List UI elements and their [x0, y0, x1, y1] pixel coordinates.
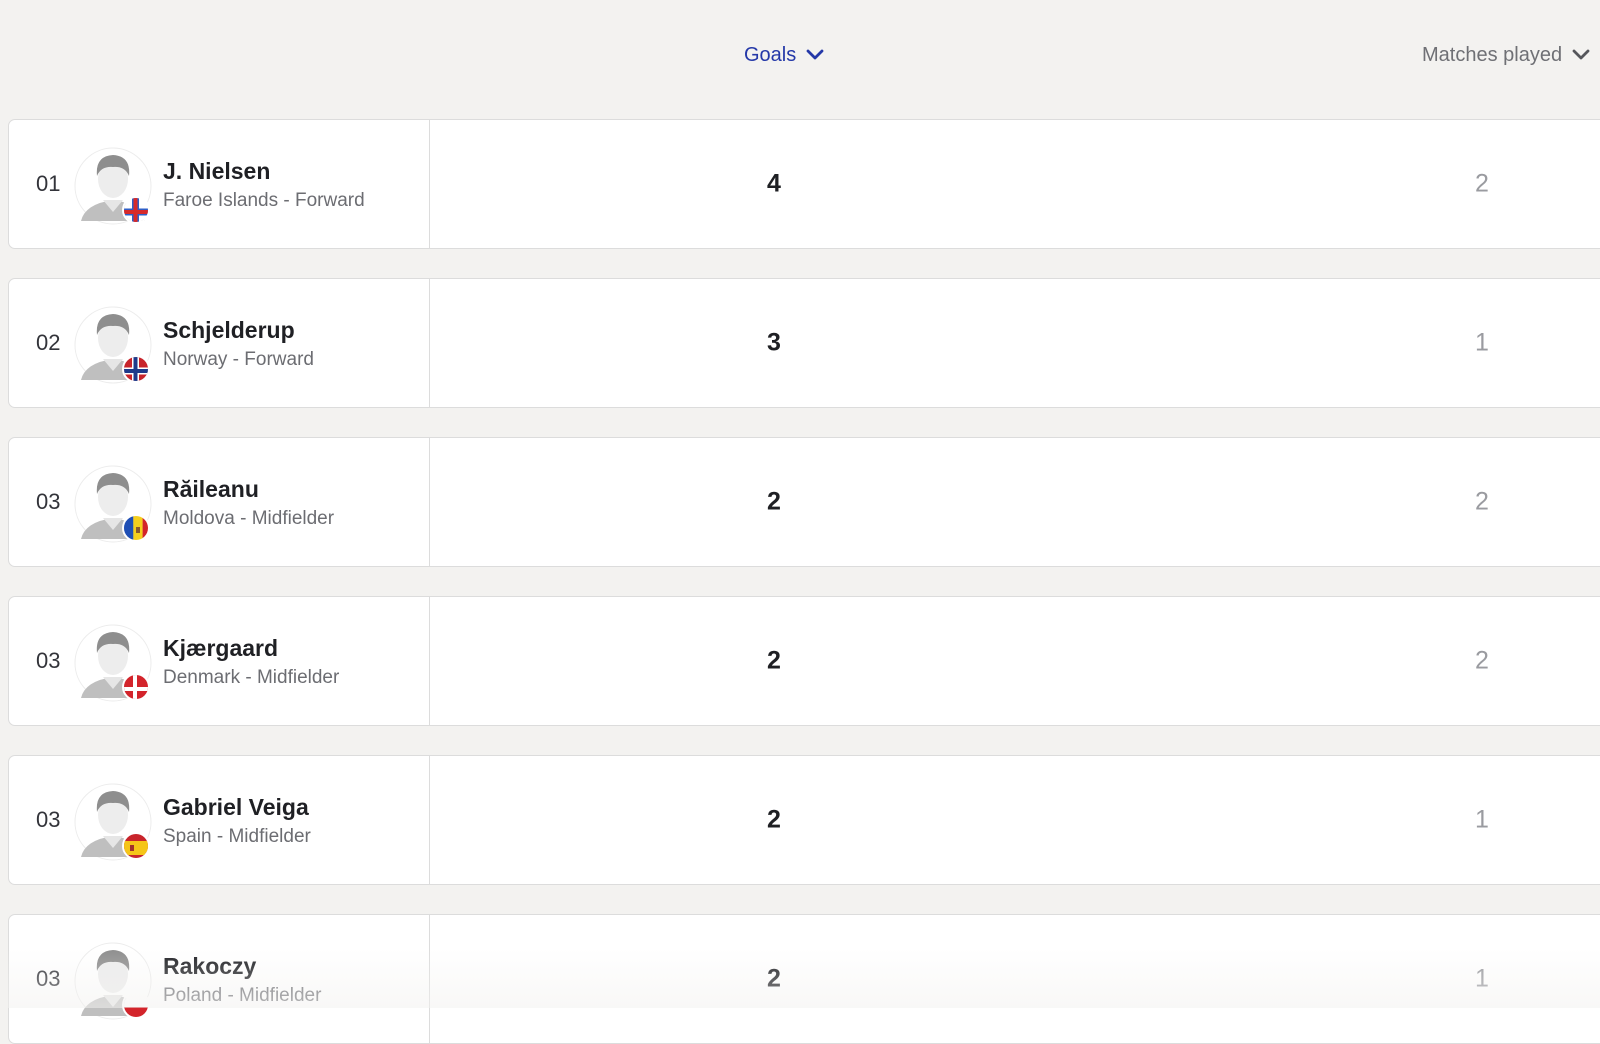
goals-value: 2 [767, 964, 781, 993]
player-cell[interactable]: 01 J. Nielsen Faroe Islands - Forward [9, 120, 430, 248]
table-row[interactable]: 03 Gabriel Veiga Spain - Midfielder 2 1 [8, 755, 1600, 885]
player-cell[interactable]: 03 Gabriel Veiga Spain - Midfielder [9, 756, 430, 884]
player-name[interactable]: Gabriel Veiga [163, 794, 309, 821]
player-cell[interactable]: 03 Răileanu Moldova - Midfielder [9, 438, 430, 566]
matches-value: 1 [1475, 964, 1489, 993]
player-name[interactable]: J. Nielsen [163, 158, 270, 185]
goals-value: 2 [767, 805, 781, 834]
avatar [73, 782, 153, 862]
sort-goals-button[interactable]: Goals [744, 38, 824, 72]
goals-value: 2 [767, 646, 781, 675]
goals-value: 2 [767, 487, 781, 516]
player-name[interactable]: Schjelderup [163, 317, 295, 344]
matches-value: 2 [1475, 169, 1489, 198]
player-name[interactable]: Răileanu [163, 476, 259, 503]
player-description: Poland - Midfielder [163, 985, 322, 1006]
player-cell[interactable]: 02 Schjelderup Norway - Forward [9, 279, 430, 407]
matches-value: 2 [1475, 646, 1489, 675]
rank: 03 [36, 807, 61, 832]
player-description: Moldova - Midfielder [163, 508, 335, 529]
table-row[interactable]: 03 Răileanu Moldova - Midfielder 2 2 [8, 437, 1600, 567]
table-row[interactable]: 01 J. Nielsen Faroe Islands - Forward 4 … [8, 119, 1600, 249]
chevron-down-icon [1572, 49, 1590, 61]
table-row[interactable]: 03 Rakoczy Poland - Midfielder 2 1 [8, 914, 1600, 1044]
table-header: Goals Matches played [0, 0, 1600, 110]
table-row[interactable]: 03 Kjærgaard Denmark - Midfielder 2 2 [8, 596, 1600, 726]
avatar [73, 146, 153, 226]
player-description: Denmark - Midfielder [163, 667, 340, 688]
player-description: Faroe Islands - Forward [163, 190, 365, 211]
avatar [73, 464, 153, 544]
matches-value: 1 [1475, 805, 1489, 834]
avatar [73, 623, 153, 703]
player-description: Spain - Midfielder [163, 826, 311, 847]
player-cell[interactable]: 03 Kjærgaard Denmark - Midfielder [9, 597, 430, 725]
rank: 03 [36, 966, 61, 991]
rank: 02 [36, 330, 61, 355]
avatar [73, 941, 153, 1021]
avatar [73, 305, 153, 385]
poland-flag-icon [122, 991, 150, 1019]
spain-flag-icon [122, 832, 150, 860]
rank: 01 [36, 171, 61, 196]
table-row[interactable]: 02 Schjelderup Norway - Forward 3 1 [8, 278, 1600, 408]
rank: 03 [36, 489, 61, 514]
player-name[interactable]: Rakoczy [163, 953, 256, 980]
player-description: Norway - Forward [163, 349, 314, 370]
moldova-flag-icon [122, 514, 150, 542]
sort-goals-label: Goals [744, 43, 797, 66]
chevron-down-icon [806, 49, 824, 61]
goals-value: 4 [767, 169, 781, 198]
matches-value: 2 [1475, 487, 1489, 516]
norway-flag-icon [122, 355, 150, 383]
player-name[interactable]: Kjærgaard [163, 635, 278, 662]
faroe-islands-flag-icon [122, 196, 150, 224]
denmark-flag-icon [122, 673, 150, 701]
matches-value: 1 [1475, 328, 1489, 357]
goals-value: 3 [767, 328, 781, 357]
player-cell[interactable]: 03 Rakoczy Poland - Midfielder [9, 915, 430, 1043]
sort-matches-button[interactable]: Matches played [1422, 38, 1590, 72]
sort-matches-label: Matches played [1422, 43, 1563, 66]
rank: 03 [36, 648, 61, 673]
